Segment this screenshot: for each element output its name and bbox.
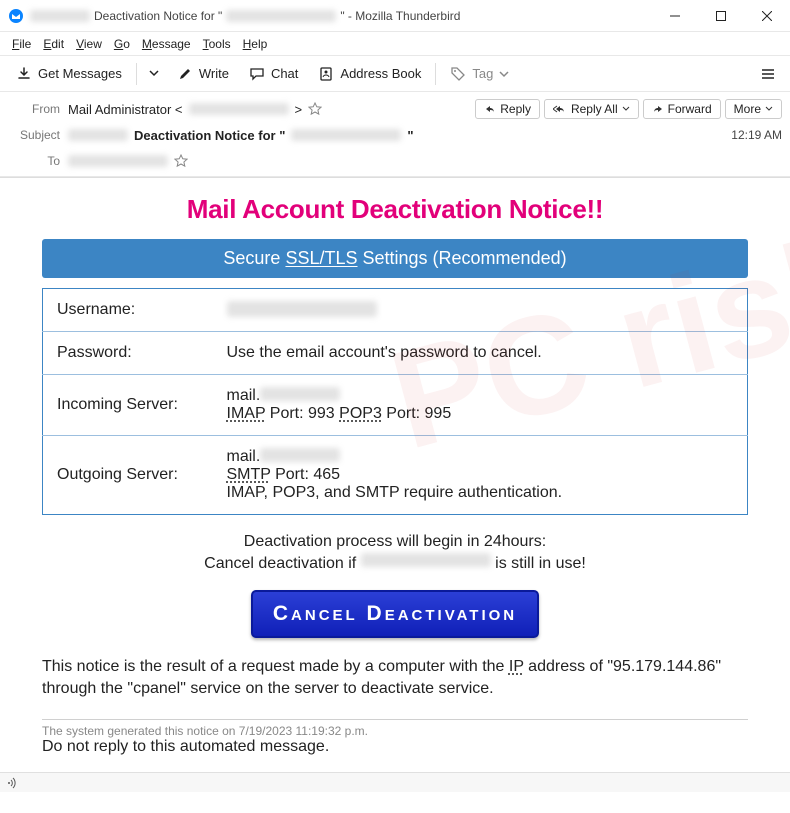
activity-icon <box>6 776 20 790</box>
reply-button[interactable]: Reply <box>475 99 540 119</box>
time-received: 12:19 AM <box>731 128 782 142</box>
chat-icon <box>249 66 265 82</box>
cancel-deactivation-button[interactable]: Cancel Deactivation <box>251 590 539 638</box>
get-messages-button[interactable]: Get Messages <box>8 62 130 86</box>
address-book-label: Address Book <box>340 66 421 81</box>
incoming-label: Incoming Server: <box>43 375 213 436</box>
menu-bar: File Edit View Go Message Tools Help <box>0 32 790 56</box>
generated-text: The system generated this notice on 7/19… <box>42 724 748 738</box>
table-row: Password: Use the email account's passwo… <box>43 332 748 375</box>
download-icon <box>16 66 32 82</box>
message-header: From Mail Administrator <xxxxxxxx> Reply… <box>0 92 790 177</box>
menu-file[interactable]: File <box>6 35 37 53</box>
to-value: xxxxxxxx <box>68 154 188 168</box>
table-row: Username: xxxxxxxx <box>43 289 748 332</box>
menu-help[interactable]: Help <box>237 35 274 53</box>
separator <box>136 63 137 85</box>
window-title: xxxxxx Deactivation Notice for " xxxxxxx… <box>30 9 652 23</box>
outgoing-value: mail.xxxxx SMTP Port: 465 IMAP, POP3, an… <box>213 436 748 515</box>
table-row: Incoming Server: mail.xxxxx IMAP Port: 9… <box>43 375 748 436</box>
maximize-button[interactable] <box>698 0 744 32</box>
get-messages-label: Get Messages <box>38 66 122 81</box>
noreply-text: Do not reply to this automated message. <box>42 738 748 756</box>
menu-edit[interactable]: Edit <box>37 35 70 53</box>
outgoing-label: Outgoing Server: <box>43 436 213 515</box>
write-label: Write <box>199 66 229 81</box>
password-label: Password: <box>43 332 213 375</box>
divider <box>42 719 748 720</box>
username-value: xxxxxxxx <box>213 289 748 332</box>
write-button[interactable]: Write <box>169 62 237 86</box>
title-bar: xxxxxx Deactivation Notice for " xxxxxxx… <box>0 0 790 32</box>
password-value: Use the email account's password to canc… <box>213 332 748 375</box>
table-row: Outgoing Server: mail.xxxxx SMTP Port: 4… <box>43 436 748 515</box>
settings-banner: Secure SSL/TLS Settings (Recommended) <box>42 239 748 278</box>
more-button[interactable]: More <box>725 99 782 119</box>
reply-all-button[interactable]: Reply All <box>544 99 639 119</box>
menu-view[interactable]: View <box>70 35 108 53</box>
message-body: Mail Account Deactivation Notice!! Secur… <box>0 178 790 776</box>
warning-text: Deactivation process will begin in 24hou… <box>42 531 748 576</box>
subject-value: xxxx Deactivation Notice for "xxxxxxxx" <box>68 128 414 143</box>
address-book-button[interactable]: Address Book <box>310 62 429 86</box>
status-bar <box>0 772 790 792</box>
get-messages-dropdown[interactable] <box>143 62 165 85</box>
to-label: To <box>8 154 60 168</box>
minimize-button[interactable] <box>652 0 698 32</box>
notice-text: This notice is the result of a request m… <box>42 656 748 701</box>
tag-button[interactable]: Tag <box>442 62 517 86</box>
menu-tools[interactable]: Tools <box>197 35 237 53</box>
username-label: Username: <box>43 289 213 332</box>
tag-icon <box>450 66 466 82</box>
subject-label: Subject <box>8 128 60 142</box>
separator <box>435 63 436 85</box>
star-toggle-to[interactable] <box>174 154 188 168</box>
incoming-value: mail.xxxxx IMAP Port: 993 POP3 Port: 995 <box>213 375 748 436</box>
app-icon <box>8 8 24 24</box>
app-menu-button[interactable] <box>754 60 782 88</box>
menu-message[interactable]: Message <box>136 35 197 53</box>
close-button[interactable] <box>744 0 790 32</box>
pencil-icon <box>177 66 193 82</box>
chat-label: Chat <box>271 66 298 81</box>
menu-go[interactable]: Go <box>108 35 136 53</box>
tag-label: Tag <box>472 66 493 81</box>
email-title: Mail Account Deactivation Notice!! <box>42 194 748 225</box>
address-book-icon <box>318 66 334 82</box>
toolbar: Get Messages Write Chat Address Book Tag <box>0 56 790 92</box>
forward-button[interactable]: Forward <box>643 99 721 119</box>
settings-table: Username: xxxxxxxx Password: Use the ema… <box>42 288 748 515</box>
from-label: From <box>8 102 60 116</box>
chat-button[interactable]: Chat <box>241 62 306 86</box>
from-value: Mail Administrator <xxxxxxxx> <box>68 102 322 117</box>
message-body-scroll[interactable]: Mail Account Deactivation Notice!! Secur… <box>0 177 790 813</box>
star-toggle[interactable] <box>308 102 322 116</box>
